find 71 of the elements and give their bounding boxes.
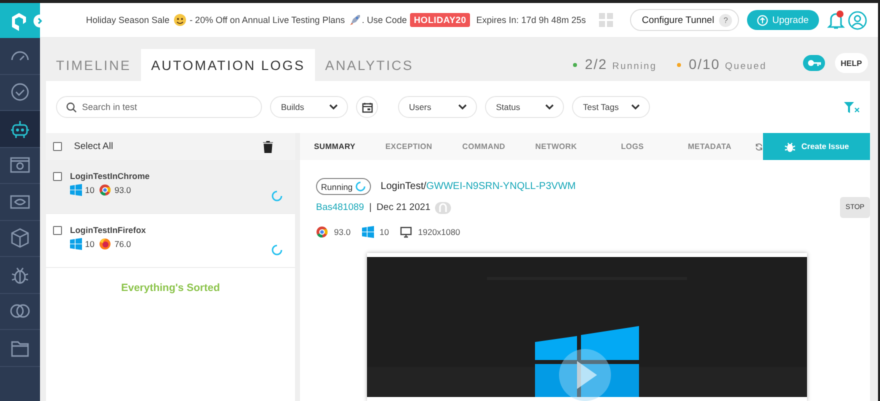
windows-icon [70,184,82,196]
firefox-icon [99,238,112,250]
loading-spinner-icon [354,181,366,192]
chevron-icon [458,104,467,110]
promo-text: Holiday Season Sale [86,15,170,25]
clear-filter-icon[interactable] [844,102,860,112]
windows-icon [70,238,82,250]
tag-icon [435,202,452,214]
os-version: 10 [85,185,94,195]
browser-version: 93.0 [334,227,351,237]
resolution-text: 1920x1080 [418,227,460,237]
promo-code-badge: HOLIDAY20 [410,13,470,27]
chevron-icon [545,104,554,110]
filter-dropdown[interactable]: Status [485,96,564,118]
help-button[interactable]: HELP [834,53,868,73]
stat-value: 0/10 [688,56,720,72]
separator: | [369,202,372,213]
browser-version: 93.0 [114,185,132,195]
date-filter-button[interactable] [356,96,378,118]
empty-state-message: Everything's Sorted [120,282,221,294]
test-name: LoginTestInFirefox [70,225,146,235]
logo-icon[interactable] [9,10,29,30]
promo-text: - 20% Off on Annual Live Testing Plans [190,15,345,25]
tab[interactable]: AUTOMATION LOGS [141,49,316,81]
stat-label: Queued [725,61,767,72]
key-icon [806,59,821,67]
stat-value: 2/2 [584,56,608,72]
chrome-icon [316,226,328,238]
countdown-text: Expires In: 17d 9h 48m 25s [476,15,586,25]
chevron-icon [329,104,338,110]
cube-icon [9,227,31,250]
checkbox[interactable] [53,172,62,180]
bug-icon [784,140,796,152]
bell-icon[interactable] [826,10,845,30]
clock-icon [9,81,31,104]
help-badge[interactable]: ? [719,14,732,26]
calendar-icon [362,102,372,112]
filter-dropdown[interactable]: Users [398,96,477,118]
chevron-icon [631,104,640,110]
search-icon [66,102,77,112]
sidebar-item[interactable] [0,111,40,148]
user-avatar-icon[interactable] [848,10,867,30]
browser-version: 76.0 [114,239,132,249]
loading-spinner-icon [271,244,283,256]
status-pill: Running [316,178,371,195]
select-all-label[interactable]: Select All [74,141,114,152]
search-field[interactable]: Search in test [56,96,262,118]
checkbox[interactable] [53,142,62,151]
upload-icon [757,14,768,26]
filter-dropdown[interactable]: Test Tags [572,96,650,118]
rocket-icon [348,13,362,27]
loading-spinner-icon [271,190,283,202]
chrome-icon [99,184,112,196]
stat-label: Running [612,61,657,72]
refresh-icon[interactable] [755,142,764,152]
test-item[interactable]: LoginTestInChrome 10 93.0 [46,160,295,214]
configure-tunnel-button[interactable]: Configure Tunnel ? [630,9,740,31]
trash-icon[interactable] [263,140,273,152]
date-text: Dec 21 2021 [376,202,430,213]
emoji-icon [172,13,187,27]
promo-text: . Use Code [362,15,407,25]
os-version: 10 [85,239,94,249]
windows-icon [362,226,374,238]
test-name: LoginTestInChrome [70,171,150,181]
test-name: LoginTest/ [380,181,426,192]
os-version: 10 [380,227,390,237]
access-key-button[interactable] [802,55,825,71]
filter-dropdown[interactable]: Builds [270,96,348,118]
monitor-icon [400,226,412,238]
checkbox[interactable] [53,226,62,234]
test-item[interactable]: LoginTestInFirefox 10 76.0 [46,214,295,268]
